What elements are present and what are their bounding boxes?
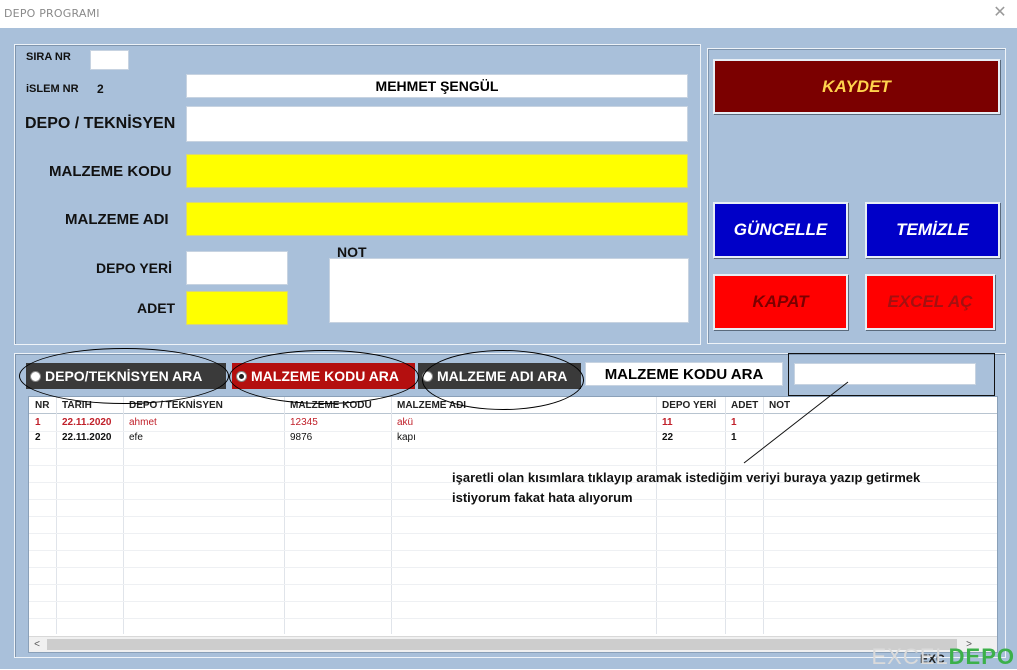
sira-nr-value <box>91 51 128 69</box>
islem-nr-label: iSLEM NR <box>26 83 79 95</box>
not-value <box>330 259 688 322</box>
user-name-field[interactable]: MEHMET ŞENGÜL <box>186 74 688 98</box>
scroll-thumb[interactable] <box>47 639 957 650</box>
excel-ac-button[interactable]: EXCEL AÇ <box>865 274 995 330</box>
row-depo-yeri: 22 <box>662 432 674 443</box>
window-title: DEPO PROGRAMI <box>4 7 100 20</box>
radio-depo-label: DEPO/TEKNİSYEN ARA <box>45 368 203 384</box>
column-header-depo-yeri[interactable]: DEPO YERİ <box>658 398 716 414</box>
radio-dot-selected <box>236 370 247 382</box>
radio-depo-teknisyen-ara[interactable]: DEPO/TEKNİSYEN ARA <box>26 363 226 389</box>
column-header-malzeme-kodu[interactable]: MALZEME KODU <box>286 398 372 414</box>
guncelle-button[interactable]: GÜNCELLE <box>713 202 848 258</box>
column-header-adet[interactable]: ADET <box>727 398 758 414</box>
title-bar: DEPO PROGRAMI ✕ <box>0 0 1017 28</box>
search-input[interactable] <box>794 363 976 385</box>
row-adet: 1 <box>731 417 737 428</box>
row-depo-yeri: 11 <box>662 417 673 428</box>
radio-dot <box>30 370 41 382</box>
column-header-not[interactable]: NOT <box>765 398 790 414</box>
malzeme-kodu-label: MALZEME KODU <box>49 163 172 180</box>
column-header-malzeme-adi[interactable]: MALZEME ADI <box>393 398 466 414</box>
excel-depo-watermark: EXCEL DEPO <box>871 644 1015 669</box>
row-adet: 1 <box>731 432 737 443</box>
search-input-value <box>795 364 975 384</box>
row-nr: 1 <box>35 417 41 428</box>
depo-teknisyen-field[interactable] <box>186 106 688 142</box>
radio-dot <box>422 370 433 382</box>
radio-malzeme-kodu-ara[interactable]: MALZEME KODU ARA <box>232 363 415 389</box>
adet-field[interactable] <box>186 291 288 325</box>
search-mode-label: MALZEME KODU ARA <box>585 362 783 386</box>
malzeme-adi-field[interactable] <box>186 202 688 236</box>
row-malzeme-kodu: 12345 <box>290 417 318 428</box>
radio-kodu-label: MALZEME KODU ARA <box>251 368 400 384</box>
results-listbox[interactable]: NR TARIH DEPO / TEKNİSYEN MALZEME KODU M… <box>28 396 998 653</box>
sira-nr-field[interactable] <box>90 50 129 70</box>
malzeme-adi-value <box>187 203 687 235</box>
depo-yeri-value <box>187 252 287 284</box>
not-field[interactable] <box>329 258 689 323</box>
annotation-note: işaretli olan kısımlara tıklayıp aramak … <box>452 470 921 505</box>
depo-teknisyen-value <box>187 107 687 141</box>
row-malzeme-kodu: 9876 <box>290 432 313 443</box>
scroll-left-icon[interactable]: < <box>29 637 45 652</box>
row-tarih: 22.11.2020 <box>62 432 112 443</box>
sira-nr-label: SIRA NR <box>26 51 71 63</box>
watermark-excel: EXCEL <box>871 644 949 669</box>
radio-malzeme-adi-ara[interactable]: MALZEME ADI ARA <box>418 363 581 389</box>
islem-nr-value: 2 <box>97 82 104 96</box>
radio-adi-label: MALZEME ADI ARA <box>437 368 568 384</box>
row-malzeme-adi: akü <box>397 417 414 428</box>
row-depo-teknisyen: ahmet <box>129 417 157 428</box>
depo-yeri-label: DEPO YERİ <box>96 260 172 276</box>
adet-value <box>187 292 287 324</box>
row-malzeme-adi: kapı <box>397 432 416 443</box>
search-mode-text: MALZEME KODU ARA <box>604 365 764 383</box>
depo-teknisyen-label: DEPO / TEKNİSYEN <box>25 115 176 132</box>
temizle-button[interactable]: TEMİZLE <box>865 202 1000 258</box>
row-depo-teknisyen: efe <box>129 432 143 443</box>
row-tarih: 22.11.2020 <box>62 417 112 428</box>
malzeme-kodu-value <box>187 155 687 187</box>
column-header-depo-teknisyen[interactable]: DEPO / TEKNİSYEN <box>125 398 223 414</box>
row-nr: 2 <box>35 432 41 443</box>
user-name-value: MEHMET ŞENGÜL <box>375 78 499 94</box>
malzeme-adi-label: MALZEME ADI <box>65 211 169 228</box>
watermark-depo: DEPO <box>948 644 1015 669</box>
depo-yeri-field[interactable] <box>186 251 288 285</box>
kaydet-button[interactable]: KAYDET <box>713 59 1000 114</box>
malzeme-kodu-field[interactable] <box>186 154 688 188</box>
close-icon[interactable]: ✕ <box>989 2 1011 24</box>
kapat-button[interactable]: KAPAT <box>713 274 848 330</box>
column-header-tarih[interactable]: TARIH <box>58 398 92 414</box>
horizontal-scrollbar[interactable]: < > <box>29 636 997 652</box>
column-header-nr[interactable]: NR <box>31 398 49 414</box>
adet-label: ADET <box>137 300 176 316</box>
